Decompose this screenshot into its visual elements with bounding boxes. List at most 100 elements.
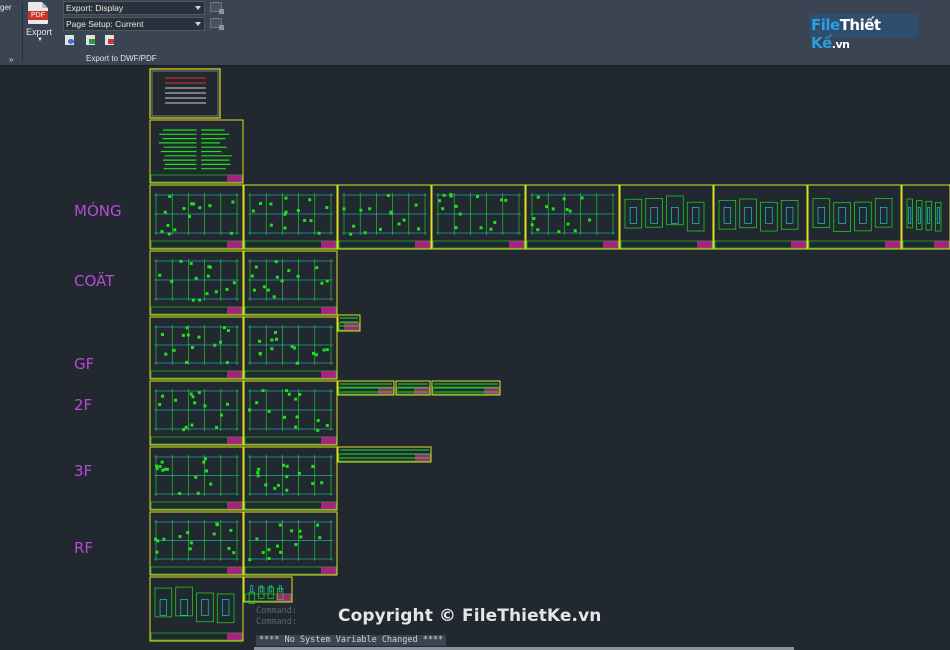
column-mark xyxy=(580,196,584,200)
column-mark xyxy=(187,215,191,219)
export-settings-icon[interactable] xyxy=(210,2,224,14)
column-mark xyxy=(160,332,164,336)
title-block-stamp xyxy=(227,567,242,574)
detail-outline xyxy=(267,586,274,599)
sheet-frame xyxy=(431,184,526,250)
column-mark xyxy=(368,207,372,211)
sheet-frame xyxy=(337,184,432,250)
detail-inner xyxy=(744,207,752,224)
column-mark xyxy=(275,275,279,279)
detail-inner xyxy=(859,207,867,224)
column-mark xyxy=(530,223,534,227)
column-mark xyxy=(568,209,572,213)
column-mark xyxy=(219,413,223,417)
column-mark xyxy=(165,467,169,471)
chevron-down-icon xyxy=(195,6,201,10)
column-mark xyxy=(557,230,561,234)
column-mark xyxy=(225,287,229,291)
column-mark xyxy=(189,392,193,396)
preview-icon[interactable] xyxy=(64,35,76,46)
column-mark xyxy=(280,279,284,283)
column-mark xyxy=(248,408,252,412)
sheet-frame xyxy=(149,380,244,446)
column-mark xyxy=(257,467,261,471)
export-display-value: Export: Display xyxy=(66,3,124,13)
column-mark xyxy=(278,523,282,527)
detail-inner xyxy=(159,599,168,616)
column-mark xyxy=(205,292,209,296)
page-setup-value: Page Setup: Current xyxy=(66,19,144,29)
column-mark xyxy=(264,483,268,487)
title-block-stamp xyxy=(227,437,242,444)
drawing-canvas[interactable] xyxy=(0,66,950,650)
column-mark xyxy=(295,361,299,365)
column-mark xyxy=(161,394,165,398)
detail-inner xyxy=(629,207,638,224)
column-mark xyxy=(212,532,216,536)
column-mark xyxy=(536,195,540,199)
detail-outline xyxy=(854,201,872,232)
column-mark xyxy=(275,544,279,548)
column-mark xyxy=(417,227,421,231)
export-button[interactable]: PDF Export ▼ xyxy=(24,0,54,46)
column-mark xyxy=(168,195,172,199)
column-mark xyxy=(209,482,213,486)
detail-outline xyxy=(916,200,923,230)
column-mark xyxy=(378,227,382,231)
column-mark xyxy=(274,260,278,264)
column-mark xyxy=(275,337,279,341)
column-mark xyxy=(258,351,262,355)
column-mark xyxy=(285,475,289,479)
column-mark xyxy=(206,274,210,278)
page-setup-dropdown[interactable]: Page Setup: Current xyxy=(63,17,205,31)
export-layout-icon[interactable] xyxy=(85,35,97,46)
column-mark xyxy=(273,486,277,490)
title-block-stamp xyxy=(321,241,336,248)
column-mark xyxy=(551,207,555,211)
column-mark xyxy=(311,482,315,486)
column-mark xyxy=(479,226,483,230)
floor-label-foundation: MÓNG xyxy=(74,202,122,220)
detail-outline xyxy=(760,201,778,232)
column-mark xyxy=(294,397,298,401)
title-block-stamp xyxy=(603,241,618,248)
page-setup-override-icon[interactable] xyxy=(210,18,224,30)
column-mark xyxy=(178,492,182,496)
chevron-down-icon: ▼ xyxy=(37,37,43,43)
column-mark xyxy=(287,392,291,396)
column-mark xyxy=(193,401,197,405)
column-mark xyxy=(566,222,570,226)
floor-label-2f: 2F xyxy=(74,396,93,414)
sheet-frame xyxy=(149,250,244,316)
column-mark xyxy=(316,428,320,432)
filethietke-logo: FileThiết Kế.vn xyxy=(809,11,921,52)
export-display-dropdown[interactable]: Export: Display xyxy=(63,1,205,15)
column-mark xyxy=(182,428,186,432)
detail-inner xyxy=(180,599,188,616)
column-mark xyxy=(298,529,302,533)
column-mark xyxy=(166,223,170,227)
column-mark xyxy=(225,361,229,365)
column-mark xyxy=(216,523,220,527)
column-mark xyxy=(190,346,194,350)
column-mark xyxy=(254,265,258,269)
sheet-frame xyxy=(243,184,338,250)
column-mark xyxy=(191,395,195,399)
detail-outline xyxy=(624,198,643,229)
detail-outline xyxy=(196,592,214,623)
column-mark xyxy=(259,201,263,205)
column-mark xyxy=(504,198,508,202)
panel-expand-icon[interactable]: » xyxy=(9,55,13,64)
column-mark xyxy=(386,193,390,197)
column-mark xyxy=(287,269,291,273)
detail-inner xyxy=(278,585,282,593)
column-mark xyxy=(231,200,235,204)
column-mark xyxy=(573,229,577,233)
column-mark xyxy=(251,209,255,213)
column-mark xyxy=(179,259,183,263)
floor-label-rf: RF xyxy=(74,539,94,557)
column-mark xyxy=(197,391,201,395)
detail-inner xyxy=(765,207,773,224)
column-mark xyxy=(160,460,164,464)
export-options-icon[interactable] xyxy=(104,35,116,46)
